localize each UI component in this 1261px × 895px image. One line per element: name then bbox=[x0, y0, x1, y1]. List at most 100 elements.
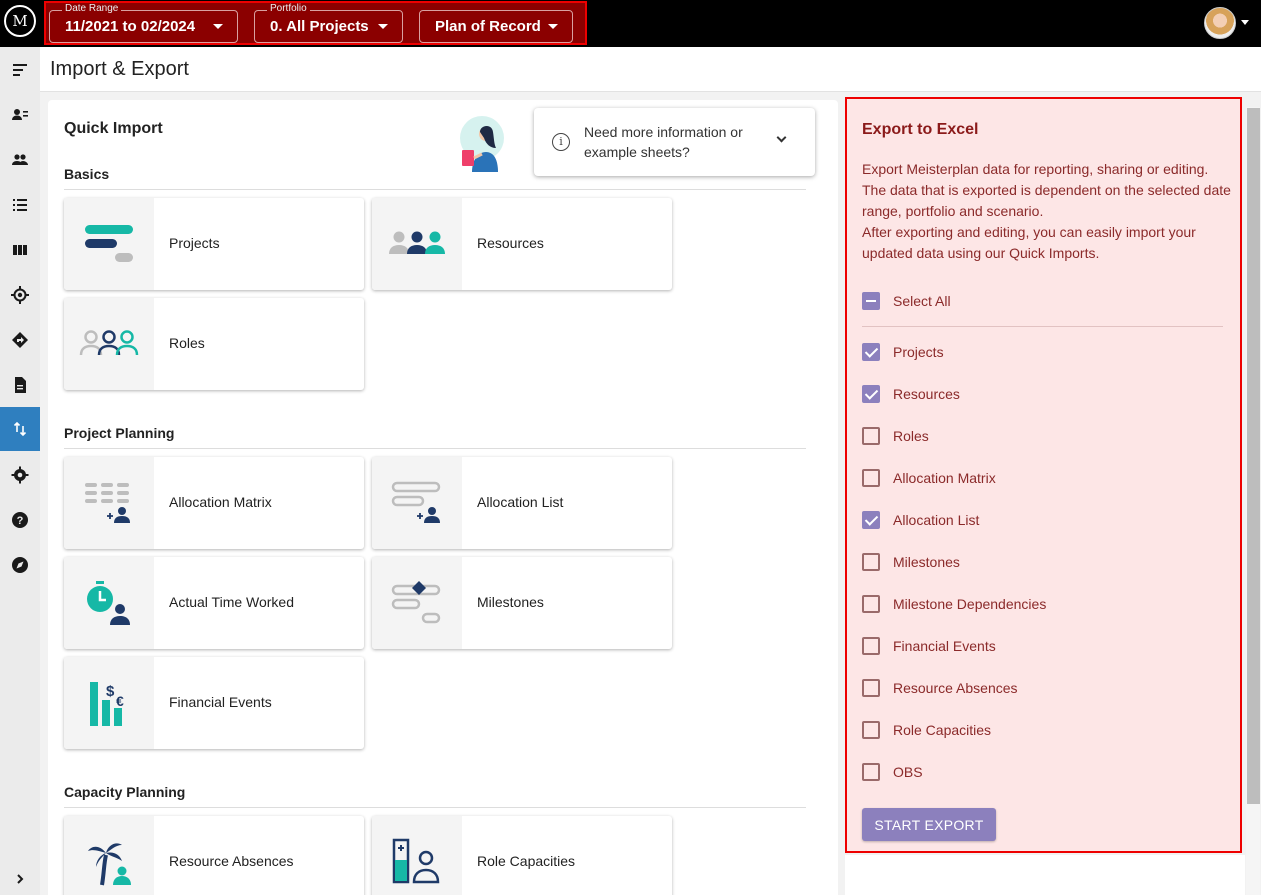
export-item-label: Role Capacities bbox=[893, 722, 992, 738]
palm-tree-icon bbox=[64, 816, 154, 895]
checkbox-icon[interactable] bbox=[862, 469, 880, 487]
checkbox-icon[interactable] bbox=[862, 595, 880, 613]
export-item-label: Projects bbox=[893, 344, 944, 360]
avatar[interactable] bbox=[1204, 7, 1236, 39]
import-card-actual-time-worked[interactable]: Actual Time Worked bbox=[64, 557, 364, 649]
list-icon[interactable] bbox=[0, 183, 40, 227]
date-range-dropdown[interactable]: Date Range 11/2021 to 02/2024 bbox=[49, 3, 238, 43]
allocation-list-icon bbox=[372, 457, 462, 549]
chevron-down-icon bbox=[548, 24, 558, 29]
projects-icon bbox=[64, 198, 154, 290]
export-item-checkbox[interactable]: Milestone Dependencies bbox=[862, 592, 1046, 616]
export-item-label: Milestone Dependencies bbox=[893, 596, 1047, 612]
import-card-milestones[interactable]: Milestones bbox=[372, 557, 672, 649]
checkbox-icon[interactable] bbox=[862, 637, 880, 655]
export-item-label: Roles bbox=[893, 428, 929, 444]
chevron-down-icon bbox=[378, 24, 388, 29]
menu-icon[interactable] bbox=[0, 48, 40, 92]
export-item-label: Resource Absences bbox=[893, 680, 1018, 696]
chevron-down-icon[interactable] bbox=[1241, 20, 1249, 25]
card-label: Allocation Matrix bbox=[169, 494, 272, 510]
checkbox-icon[interactable] bbox=[862, 553, 880, 571]
checkbox-checked-icon[interactable] bbox=[862, 385, 880, 403]
export-item-label: OBS bbox=[893, 764, 923, 780]
import-card-projects[interactable]: Projects bbox=[64, 198, 364, 290]
portfolio-value: 0. All Projects bbox=[270, 18, 369, 35]
section-title-capacity-planning: Capacity Planning bbox=[64, 784, 186, 800]
scrollbar-thumb[interactable] bbox=[1247, 108, 1260, 804]
import-card-resources[interactable]: Resources bbox=[372, 198, 672, 290]
import-card-roles[interactable]: Roles bbox=[64, 298, 364, 390]
app-logo[interactable]: M bbox=[4, 5, 36, 37]
columns-icon[interactable] bbox=[0, 228, 40, 272]
import-card-allocation-list[interactable]: Allocation List bbox=[372, 457, 672, 549]
checkbox-checked-icon[interactable] bbox=[862, 343, 880, 361]
export-item-checkbox[interactable]: Resource Absences bbox=[862, 676, 1018, 700]
info-icon: i bbox=[552, 133, 570, 151]
export-item-checkbox[interactable]: Financial Events bbox=[862, 634, 996, 658]
role-capacities-icon bbox=[372, 816, 462, 895]
export-item-checkbox[interactable]: Resources bbox=[862, 382, 960, 406]
export-description-1: Export Meisterplan data for reporting, s… bbox=[862, 161, 1231, 219]
portfolio-label: Portfolio bbox=[267, 3, 310, 15]
portfolio-dropdown[interactable]: Portfolio 0. All Projects bbox=[254, 3, 403, 43]
checkbox-checked-icon[interactable] bbox=[862, 511, 880, 529]
checkbox-indeterminate-icon[interactable] bbox=[862, 292, 880, 310]
document-icon[interactable] bbox=[0, 363, 40, 407]
export-item-checkbox[interactable]: OBS bbox=[862, 760, 923, 784]
directions-icon[interactable] bbox=[0, 318, 40, 362]
export-title: Export to Excel bbox=[862, 121, 979, 138]
divider bbox=[862, 326, 1223, 327]
export-item-label: Allocation Matrix bbox=[893, 470, 996, 486]
export-item-checkbox[interactable]: Allocation Matrix bbox=[862, 466, 996, 490]
card-label: Actual Time Worked bbox=[169, 594, 295, 610]
import-card-allocation-matrix[interactable]: Allocation Matrix bbox=[64, 457, 364, 549]
checkbox-icon[interactable] bbox=[862, 763, 880, 781]
card-label: Financial Events bbox=[169, 694, 272, 710]
start-export-button[interactable]: START EXPORT bbox=[862, 808, 996, 841]
export-description: Export Meisterplan data for reporting, s… bbox=[862, 159, 1232, 264]
export-item-checkbox[interactable]: Role Capacities bbox=[862, 718, 991, 742]
roles-icon bbox=[64, 298, 154, 390]
export-item-checkbox[interactable]: Allocation List bbox=[862, 508, 979, 532]
section-divider bbox=[64, 807, 806, 808]
info-text: Need more information or example sheets? bbox=[584, 124, 743, 160]
import-card-financial-events[interactable]: $ € Financial Events bbox=[64, 657, 364, 749]
section-divider bbox=[64, 189, 806, 190]
export-item-checkbox[interactable]: Roles bbox=[862, 424, 929, 448]
people-icon[interactable] bbox=[0, 138, 40, 182]
sidebar: ? bbox=[0, 47, 40, 895]
card-label: Milestones bbox=[477, 594, 544, 610]
info-dropdown[interactable]: i Need more information or example sheet… bbox=[534, 108, 815, 176]
resource-list-icon[interactable] bbox=[0, 93, 40, 137]
card-label: Projects bbox=[169, 235, 220, 251]
checkbox-icon[interactable] bbox=[862, 679, 880, 697]
help-icon[interactable]: ? bbox=[0, 498, 40, 542]
export-item-checkbox[interactable]: Projects bbox=[862, 340, 944, 364]
page-header: Import & Export bbox=[40, 47, 1261, 92]
chevron-right-icon[interactable] bbox=[0, 857, 40, 895]
section-title-basics: Basics bbox=[64, 166, 110, 182]
export-item-checkbox[interactable]: Milestones bbox=[862, 550, 960, 574]
card-label: Roles bbox=[169, 335, 205, 351]
svg-text:$: $ bbox=[106, 683, 115, 700]
gear-icon[interactable] bbox=[0, 453, 40, 497]
filter-group: Date Range 11/2021 to 02/2024 Portfolio … bbox=[44, 1, 587, 45]
target-icon[interactable] bbox=[0, 273, 40, 317]
chevron-down-icon[interactable] bbox=[776, 132, 787, 143]
svg-text:?: ? bbox=[17, 515, 24, 527]
compass-icon[interactable] bbox=[0, 543, 40, 587]
section-title-project-planning: Project Planning bbox=[64, 425, 175, 441]
scenario-dropdown[interactable]: Plan of Record bbox=[419, 10, 573, 43]
checkbox-icon[interactable] bbox=[862, 721, 880, 739]
allocation-matrix-icon bbox=[64, 457, 154, 549]
select-all-checkbox[interactable]: Select All bbox=[862, 289, 951, 313]
top-bar: M Date Range 11/2021 to 02/2024 Portfoli… bbox=[0, 0, 1261, 47]
support-illustration bbox=[460, 116, 504, 172]
export-item-label: Milestones bbox=[893, 554, 960, 570]
import-card-role-capacities[interactable]: Role Capacities bbox=[372, 816, 672, 895]
import-card-resource-absences[interactable]: Resource Absences bbox=[64, 816, 364, 895]
import-export-icon[interactable] bbox=[0, 407, 40, 451]
export-panel: Export to Excel Export Meisterplan data … bbox=[845, 97, 1242, 853]
checkbox-icon[interactable] bbox=[862, 427, 880, 445]
